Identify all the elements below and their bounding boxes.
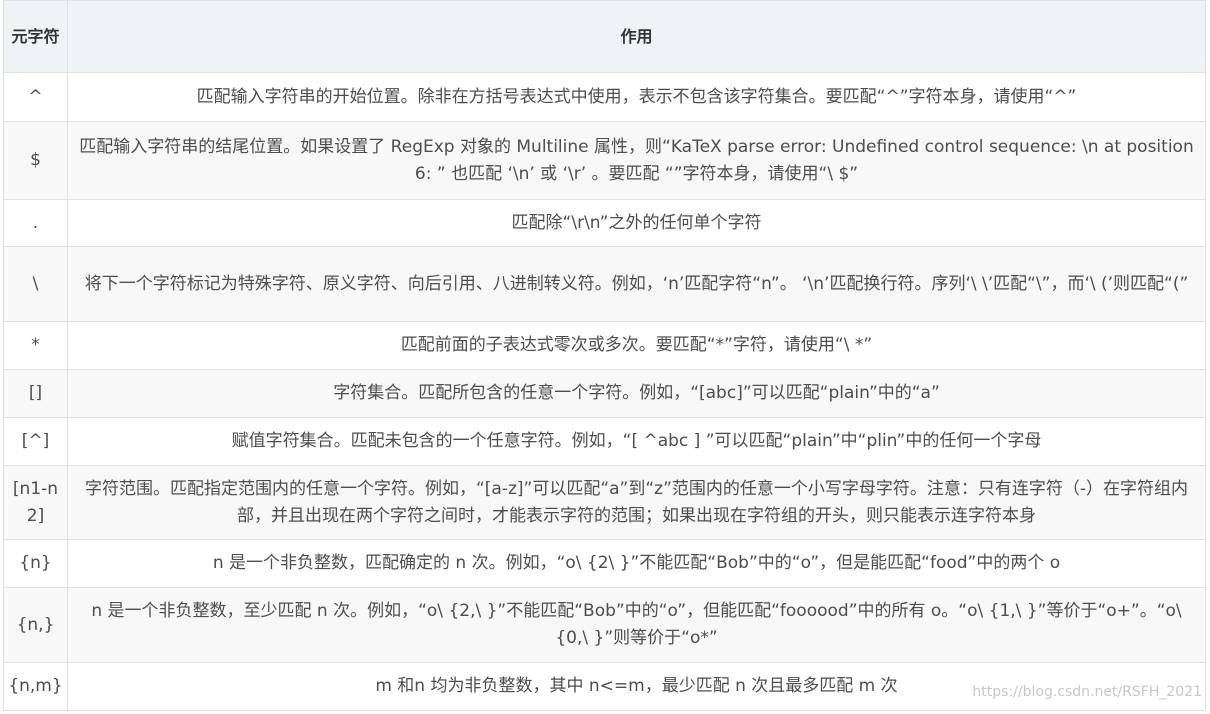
effect-cell: 字符集合。匹配所包含的任意一个字符。例如，“[abc]”可以匹配“plain”中… [67,369,1206,418]
watermark: https://blog.csdn.net/RSFH_2021 [972,684,1202,700]
table-header-row: 元字符 作用 [3,0,1206,73]
effect-cell: 匹配除“\r\n”之外的任何单个字符 [67,199,1206,247]
meta-char-cell: ^ [3,72,68,122]
meta-char-cell: {n} [3,539,68,588]
meta-char-cell: [] [3,369,68,418]
meta-char-cell: \ [3,246,68,322]
meta-char-cell: $ [3,121,68,200]
effect-cell: 匹配输入字符串的结尾位置。如果设置了 RegExp 对象的 Multiline … [67,121,1206,200]
meta-char-cell: [n1-n2] [3,465,68,540]
meta-char-cell: [^] [3,417,68,466]
table-row: . 匹配除“\r\n”之外的任何单个字符 [3,199,1206,247]
table-row: {n,} n 是一个非负整数，至少匹配 n 次。例如，“o\ {2,\ }”不能… [3,587,1206,663]
meta-char-cell: {n,m} [3,662,68,711]
meta-char-cell: . [3,199,68,247]
effect-cell: 赋值字符集合。匹配未包含的一个任意字符。例如，“[ ^abc ] ”可以匹配“p… [67,417,1206,466]
table-row: [n1-n2] 字符范围。匹配指定范围内的任意一个字符。例如，“[a-z]”可以… [3,465,1206,540]
table-row: \ 将下一个字符标记为特殊字符、原义字符、向后引用、八进制转义符。例如，‘n’匹… [3,246,1206,322]
header-effect: 作用 [67,0,1206,73]
table-row: [^] 赋值字符集合。匹配未包含的一个任意字符。例如，“[ ^abc ] ”可以… [3,417,1206,466]
meta-char-cell: * [3,321,68,370]
effect-cell: 匹配前面的子表达式零次或多次。要匹配“*”字符，请使用“\ *” [67,321,1206,370]
effect-cell: 匹配输入字符串的开始位置。除非在方括号表达式中使用，表示不包含该字符集合。要匹配… [67,72,1206,122]
table-row: ^ 匹配输入字符串的开始位置。除非在方括号表达式中使用，表示不包含该字符集合。要… [3,72,1206,122]
table-row: {n} n 是一个非负整数，匹配确定的 n 次。例如，“o\ {2\ }”不能匹… [3,539,1206,588]
effect-cell: 字符范围。匹配指定范围内的任意一个字符。例如，“[a-z]”可以匹配“a”到“z… [67,465,1206,540]
effect-cell: 将下一个字符标记为特殊字符、原义字符、向后引用、八进制转义符。例如，‘n’匹配字… [67,246,1206,322]
meta-char-cell: {n,} [3,587,68,663]
header-meta-char: 元字符 [3,0,68,73]
table-row: $ 匹配输入字符串的结尾位置。如果设置了 RegExp 对象的 Multilin… [3,121,1206,200]
effect-cell: n 是一个非负整数，匹配确定的 n 次。例如，“o\ {2\ }”不能匹配“Bo… [67,539,1206,588]
regex-metachar-table: 元字符 作用 ^ 匹配输入字符串的开始位置。除非在方括号表达式中使用，表示不包含… [3,0,1206,711]
table-row: [] 字符集合。匹配所包含的任意一个字符。例如，“[abc]”可以匹配“plai… [3,369,1206,418]
effect-cell: n 是一个非负整数，至少匹配 n 次。例如，“o\ {2,\ }”不能匹配“Bo… [67,587,1206,663]
table-row: * 匹配前面的子表达式零次或多次。要匹配“*”字符，请使用“\ *” [3,321,1206,370]
